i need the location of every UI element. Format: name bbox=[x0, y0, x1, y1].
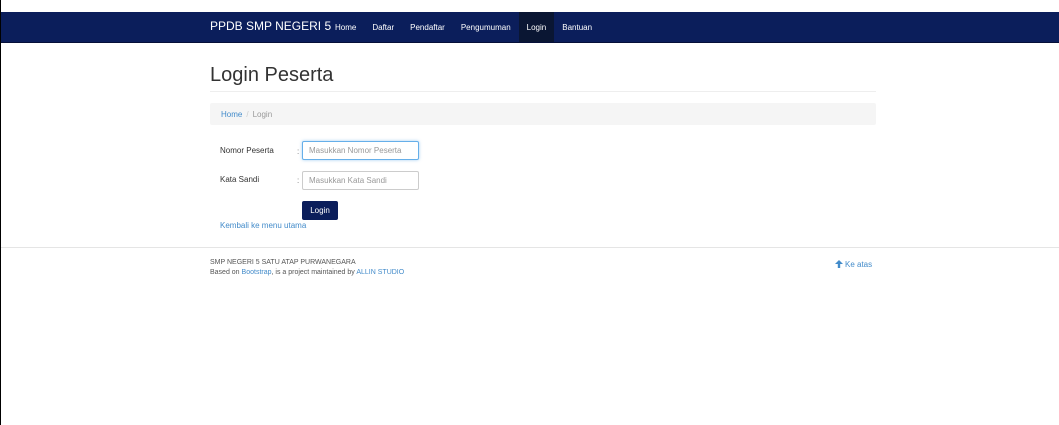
nav-item-bantuan[interactable]: Bantuan bbox=[554, 12, 600, 42]
nav-item-pendaftar[interactable]: Pendaftar bbox=[402, 12, 453, 42]
nomor-peserta-label: Nomor Peserta bbox=[220, 146, 274, 155]
navbar: PPDB SMP NEGERI 5 Home Daftar Pendaftar … bbox=[1, 12, 1059, 43]
navbar-brand[interactable]: PPDB SMP NEGERI 5 bbox=[210, 19, 331, 33]
nav-item-daftar[interactable]: Daftar bbox=[364, 12, 402, 42]
breadcrumb-home-link[interactable]: Home bbox=[221, 110, 242, 119]
footer-school-name: SMP NEGERI 5 SATU ATAP PURWANEGARA bbox=[210, 259, 356, 266]
footer-maintained-text: , is a project maintained by bbox=[271, 269, 355, 276]
nav-item-pengumuman[interactable]: Pengumuman bbox=[453, 12, 519, 42]
kata-sandi-label: Kata Sandi bbox=[220, 175, 260, 184]
back-to-top-label: Ke atas bbox=[845, 260, 873, 269]
arrow-up-icon bbox=[835, 260, 843, 269]
nomor-colon: : bbox=[297, 147, 300, 156]
page-title: Login Peserta bbox=[210, 64, 334, 86]
top-strip bbox=[1, 0, 1059, 12]
nav-item-home[interactable]: Home bbox=[327, 12, 364, 42]
footer-based-on-text: Based on bbox=[210, 269, 240, 276]
back-to-top-link[interactable]: Ke atas bbox=[835, 260, 872, 269]
allin-studio-link[interactable]: ALLIN STUDIO bbox=[356, 269, 404, 276]
breadcrumb-separator: / bbox=[246, 109, 249, 119]
breadcrumb: Home / Login bbox=[210, 103, 876, 125]
login-button[interactable]: Login bbox=[302, 201, 338, 220]
breadcrumb-current: Login bbox=[252, 109, 273, 119]
title-divider bbox=[210, 91, 876, 92]
back-to-main-menu-link[interactable]: Kembali ke menu utama bbox=[220, 221, 306, 230]
bootstrap-link[interactable]: Bootstrap bbox=[242, 269, 272, 276]
browser-viewport: PPDB SMP NEGERI 5 Home Daftar Pendaftar … bbox=[0, 0, 1059, 425]
footer-credits: Based on Bootstrap, is a project maintai… bbox=[210, 269, 404, 276]
nomor-peserta-input[interactable] bbox=[302, 141, 419, 160]
footer-divider bbox=[1, 247, 1059, 248]
sandi-colon: : bbox=[297, 176, 300, 185]
navbar-menu: Home Daftar Pendaftar Pengumuman Login B… bbox=[327, 12, 600, 42]
nav-item-login[interactable]: Login bbox=[518, 12, 555, 42]
kata-sandi-input[interactable] bbox=[302, 171, 419, 190]
